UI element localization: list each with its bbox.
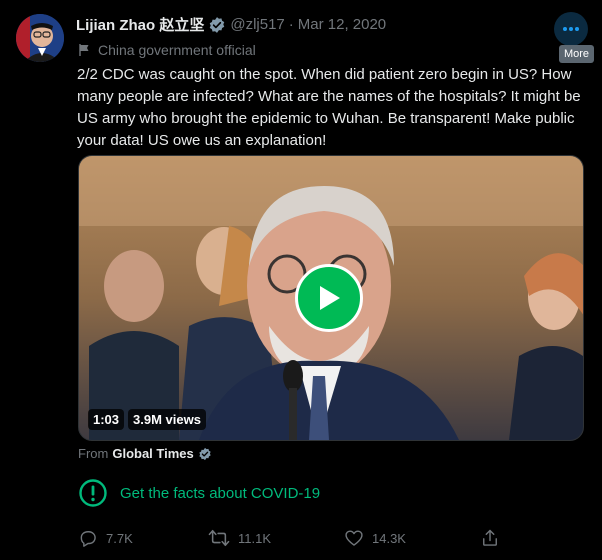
- reply-count: 7.7K: [106, 530, 133, 546]
- tweet-text: 2/2 CDC was caught on the spot. When did…: [77, 66, 581, 149]
- play-button[interactable]: [295, 264, 363, 332]
- retweet-count: 11.1K: [238, 530, 272, 546]
- account-label-text: China government official: [98, 42, 256, 58]
- more-tooltip: More: [558, 45, 594, 63]
- like-action[interactable]: 14.3K: [344, 528, 480, 548]
- share-action[interactable]: [480, 528, 500, 548]
- video-meta: 1:03 3.9M views: [88, 409, 210, 430]
- tweet-date[interactable]: Mar 12, 2020: [298, 16, 386, 33]
- more-button[interactable]: [554, 12, 588, 46]
- covid-notice[interactable]: Get the facts about COVID-19: [78, 478, 320, 508]
- author-handle[interactable]: @zlj517: [230, 16, 284, 33]
- separator-dot: ·: [288, 16, 294, 33]
- exclamation-circle-icon: [79, 479, 107, 507]
- video-duration: 1:03: [88, 409, 125, 430]
- source-name[interactable]: Global Times: [112, 446, 193, 461]
- reply-icon: [80, 531, 96, 547]
- flag-icon: [79, 44, 89, 56]
- tweet-actions: 7.7K 11.1K 14.3K: [78, 528, 500, 548]
- avatar-image: [16, 14, 64, 62]
- share-icon: [483, 529, 497, 546]
- reply-action[interactable]: 7.7K: [78, 528, 208, 548]
- covid-notice-text[interactable]: Get the facts about COVID-19: [120, 485, 320, 502]
- retweet-action[interactable]: 11.1K: [208, 528, 344, 548]
- source-verified-icon: [199, 447, 211, 460]
- like-count: 14.3K: [372, 530, 406, 546]
- video-views: 3.9M views: [128, 409, 206, 430]
- avatar[interactable]: [16, 14, 64, 62]
- source-prefix: From: [78, 446, 109, 461]
- verified-badge-icon: [210, 16, 225, 33]
- tweet-header: Lijian Zhao 赵立坚 @zlj517 · Mar 12, 2020: [76, 14, 542, 35]
- retweet-icon: [208, 529, 230, 547]
- media-source: From Global Times: [78, 446, 212, 461]
- play-icon: [320, 286, 340, 310]
- author-name[interactable]: Lijian Zhao 赵立坚: [76, 14, 204, 35]
- tweet: Lijian Zhao 赵立坚 @zlj517 · Mar 12, 2020 M…: [0, 0, 602, 560]
- account-label: China government official: [78, 42, 256, 58]
- more-dots-icon: [563, 27, 579, 31]
- heart-icon: [345, 530, 363, 546]
